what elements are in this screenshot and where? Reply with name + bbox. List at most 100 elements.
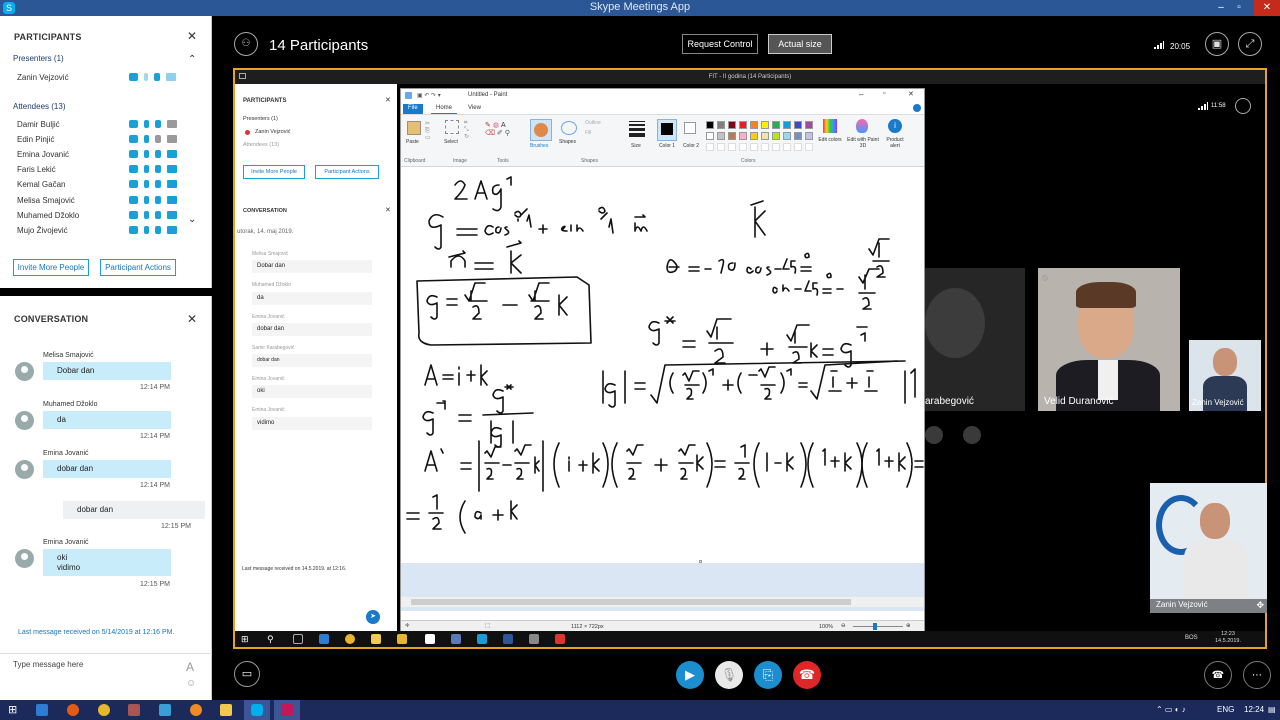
inner-word-icon [503, 634, 513, 644]
presenters-label[interactable]: Presenters (1) [13, 54, 64, 63]
edge-icon[interactable] [36, 704, 48, 716]
request-control-button[interactable]: Request Control [682, 34, 758, 54]
participant-row[interactable]: Zanin Vejzović [17, 73, 202, 88]
chrome-icon[interactable] [98, 704, 110, 716]
participants-count[interactable]: 14 Participants [269, 37, 368, 54]
close-button[interactable]: ✕ [1254, 0, 1280, 16]
pause-icon [155, 180, 161, 188]
clock[interactable]: 12:24 [1244, 705, 1264, 714]
paint-ribbon: Paste ✂ ⎘ ▭ Clipboard Select ⌗ ⤡ ↻ Image ✎◍A… [401, 115, 924, 167]
zoom-slider-thumb [873, 623, 877, 630]
font-icon[interactable]: A [186, 660, 194, 674]
shared-participants-title: PARTICIPANTS [243, 98, 287, 104]
horizontal-scrollbar [401, 597, 924, 607]
notifications-icon[interactable]: ▤ [1268, 705, 1276, 714]
participant-actions-button[interactable]: Participant Actions [100, 259, 176, 276]
canvas-size: 1112 × 722px [571, 624, 604, 630]
message-time: 12:15 PM [161, 523, 191, 530]
conversation-title: CONVERSATION [14, 314, 89, 324]
empty-color-swatch [772, 143, 780, 151]
participant-row[interactable]: Faris Lekić [17, 165, 202, 180]
participant-row[interactable]: Melisa Smajović [17, 196, 202, 211]
video-tile-karabegovic: arabegović [925, 268, 1025, 411]
share-screen-button[interactable]: ⎘ [754, 661, 782, 689]
hang-up-button[interactable]: ☎ [793, 661, 821, 689]
color-swatch [794, 121, 802, 129]
inner-windows-taskbar: ⊞ ⚲ BOS 12:23 14.5.2019. [235, 631, 1265, 647]
close-participants-icon[interactable]: ✕ [187, 29, 197, 43]
message-bubble: dobar dan [43, 460, 171, 478]
select-label: Select [444, 139, 458, 145]
video-toggle-button[interactable]: ▶ [676, 661, 704, 689]
edit-colors-label: Edit colors [818, 137, 842, 143]
close-conversation-icon[interactable]: ✕ [187, 312, 197, 326]
language-indicator[interactable]: ENG [1217, 705, 1234, 714]
shared-screen[interactable]: FIT - II godina (14 Participants) PARTIC… [233, 68, 1267, 649]
move-icon[interactable]: ✥ [1256, 600, 1264, 611]
participants-icon[interactable]: ⚇ [234, 32, 258, 56]
message-bubble: dobar dan [63, 501, 205, 519]
colors-group-label: Colors [741, 158, 756, 164]
color-swatch [805, 121, 813, 129]
inner-language: BOS [1185, 635, 1198, 641]
muted-mic-icon: ⦸ [1042, 272, 1048, 282]
selection-size-icon: ⬚ [485, 623, 491, 629]
self-view-tile[interactable]: Zanin Vejzović ✥ [1150, 483, 1267, 613]
message-bubble: oki vidimo [43, 549, 171, 576]
participant-row[interactable]: Emina Jovanić [17, 150, 202, 165]
participant-row[interactable]: Damir Buljić [17, 120, 202, 135]
avatar [15, 460, 34, 479]
more-options-icon[interactable]: ⋯ [1243, 661, 1271, 689]
shared-message: dobar dan [252, 354, 372, 367]
participant-row[interactable]: Mujo Živojević [17, 226, 202, 241]
participant-row[interactable]: Muhamed Džoklo [17, 211, 202, 226]
scroll-down-chevron-icon[interactable]: ⌄ [188, 214, 196, 225]
video-tile-velid: ⦸ Velid Duranović [1038, 268, 1180, 411]
chat-toggle-icon[interactable]: ▭ [234, 661, 260, 687]
avatar [15, 549, 34, 568]
app2-icon[interactable] [159, 704, 171, 716]
start-icon[interactable]: ⊞ [8, 704, 20, 716]
meetings-taskbar-item[interactable] [274, 700, 300, 720]
invite-more-people-button[interactable]: Invite More People [13, 259, 89, 276]
empty-color-swatch [728, 143, 736, 151]
mic-mute-button[interactable]: 🎙 [715, 661, 743, 689]
device-settings-icon[interactable]: ☎ [1204, 661, 1232, 689]
video-icon [167, 211, 177, 219]
attendees-label[interactable]: Attendees (13) [13, 102, 65, 111]
compose-input[interactable]: Type message here [13, 660, 83, 669]
shared-last-message: Last message received on 14.5.2019. at 1… [242, 566, 347, 572]
emoticon-icon[interactable]: ☺ [186, 678, 196, 689]
maximize-button[interactable]: ▫ [1230, 0, 1248, 16]
color1-selector [657, 119, 677, 141]
shared-message: Dobar dan [252, 260, 372, 273]
shared-presenter-name: Zanin Vejzović [255, 129, 291, 135]
color-swatch [750, 132, 758, 140]
meeting-top-bar: ⚇ 14 Participants Request Control Actual… [212, 16, 1280, 68]
minimize-button[interactable]: – [1212, 0, 1230, 16]
skype-taskbar-item[interactable] [244, 700, 270, 720]
app3-icon[interactable] [190, 704, 202, 716]
color2-label: Color 2 [682, 143, 700, 149]
app-icon[interactable] [128, 704, 140, 716]
tray-icons[interactable]: ⌃ ▭ ◐ ♪ [1156, 705, 1186, 714]
color-swatch [805, 132, 813, 140]
firefox-icon[interactable] [67, 704, 79, 716]
size-label: Size [631, 143, 641, 149]
message-time: 12:14 PM [140, 482, 170, 489]
close-icon: ✕ [385, 207, 391, 214]
layout-icon[interactable]: ▣ [1205, 32, 1229, 56]
file-explorer-icon[interactable] [220, 704, 232, 716]
paint-ribbon-tabs: File Home View [401, 103, 924, 115]
shared-conversation-date: utorak, 14. maj 2019. [237, 229, 294, 235]
actual-size-button[interactable]: Actual size [768, 34, 832, 54]
fullscreen-icon[interactable]: ⤢ [1238, 32, 1262, 56]
participant-row[interactable]: Kemal Gačan [17, 180, 202, 195]
participant-name: Zanin Vejzović [17, 73, 69, 82]
mic-muted-icon [144, 226, 149, 234]
video-icon [167, 135, 177, 143]
color-swatch [761, 121, 769, 129]
panel-divider[interactable] [0, 288, 212, 296]
participant-row[interactable]: Edin Pinjić [17, 135, 202, 150]
collapse-chevron-up-icon[interactable]: ⌃ [188, 54, 196, 65]
